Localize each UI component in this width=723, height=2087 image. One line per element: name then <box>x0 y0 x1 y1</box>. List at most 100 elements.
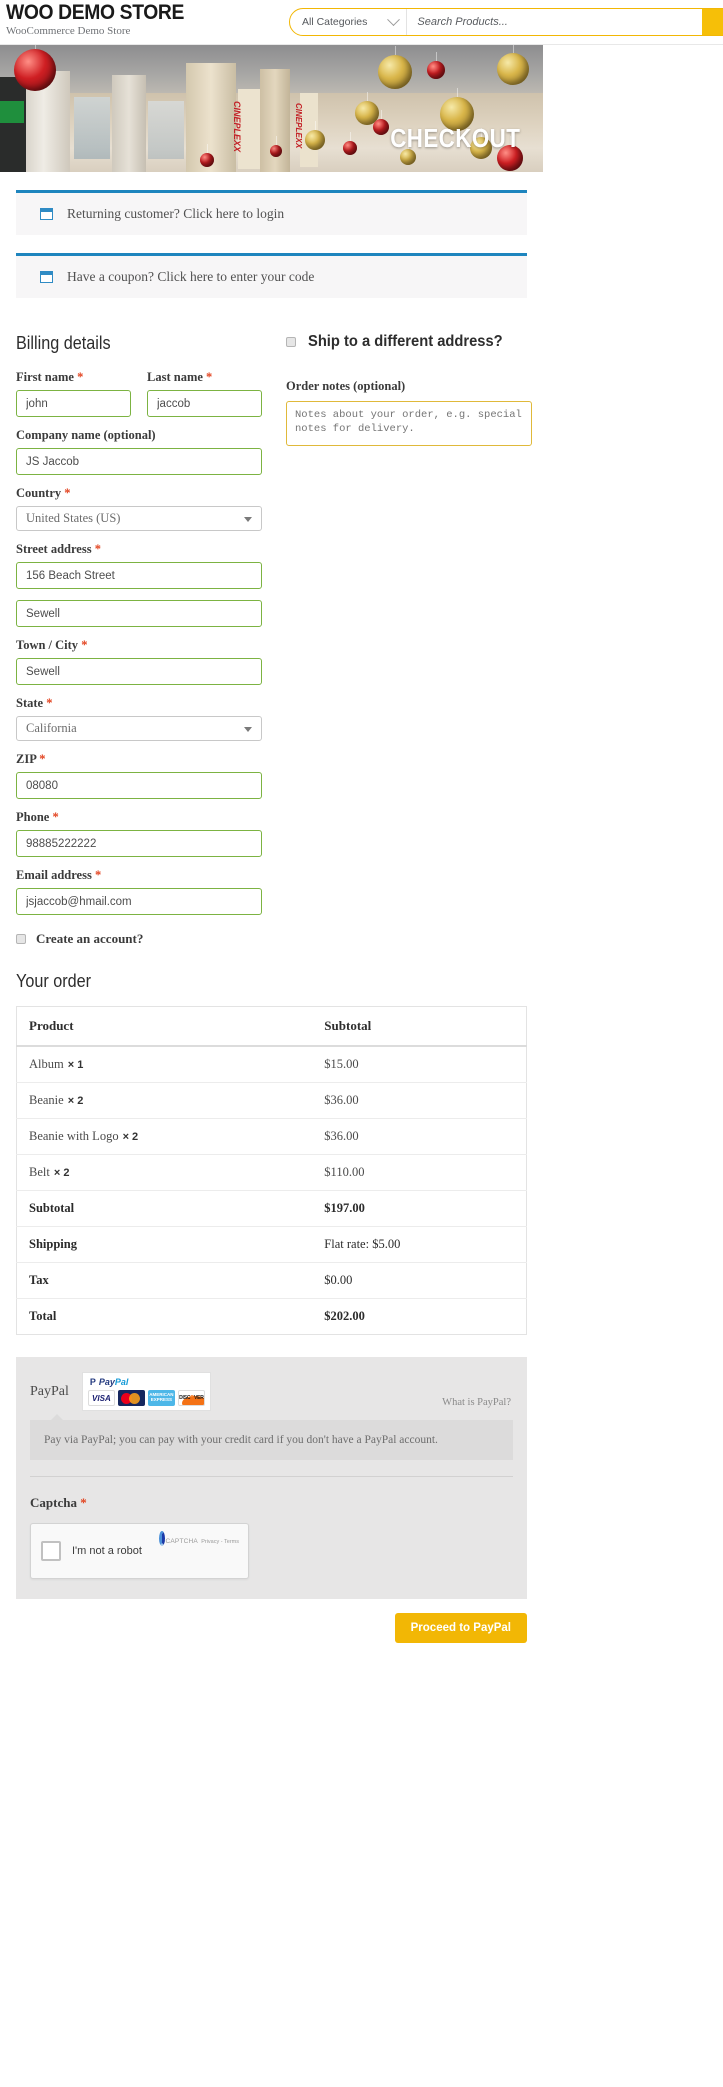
state-select-value: California <box>26 721 77 735</box>
login-box-icon <box>40 208 53 220</box>
city-input[interactable] <box>16 658 262 685</box>
last-name-input[interactable] <box>147 390 262 417</box>
column-header-subtotal: Subtotal <box>312 1006 527 1047</box>
discover-icon: DISCOVER <box>177 1390 205 1406</box>
create-account-checkbox[interactable] <box>16 934 26 944</box>
hero-ornament-red <box>373 110 389 135</box>
login-notice-link[interactable]: Returning customer? Click here to login <box>67 206 284 222</box>
order-item-subtotal: $15.00 <box>312 1045 527 1083</box>
site-brand[interactable]: WOO DEMO STORE WooCommerce Demo Store <box>6 1 200 37</box>
hero-ornament-red <box>343 132 357 155</box>
first-name-field: First name * <box>16 370 131 417</box>
search-button[interactable] <box>702 9 723 35</box>
payment-methods-section: PayPal P PayPal VISA AMERICAN EXPRESS DIS… <box>16 1357 527 1477</box>
table-row-subtotal: Subtotal $197.00 <box>16 1190 527 1227</box>
required-mark: * <box>94 542 101 556</box>
zip-label: ZIP * <box>16 752 262 767</box>
subtotal-value: $197.00 <box>312 1190 527 1227</box>
hero-store-glass <box>74 97 110 159</box>
required-mark: * <box>46 696 53 710</box>
hero-pillar <box>112 75 146 172</box>
street-address-field: Street address * <box>16 542 262 589</box>
country-label-text: Country <box>16 486 62 500</box>
product-search-bar: All Categories <box>289 8 723 36</box>
coupon-notice[interactable]: Have a coupon? Click here to enter your … <box>16 253 527 298</box>
captcha-section: Captcha * I'm not a robot reCAPTCHA Priv… <box>16 1477 527 1599</box>
page-title: CHECKOUT <box>389 123 520 153</box>
order-notes-textarea[interactable] <box>286 401 532 446</box>
order-item-subtotal: $110.00 <box>312 1154 527 1191</box>
tax-value: $0.00 <box>312 1262 527 1299</box>
last-name-label-text: Last name <box>147 370 203 384</box>
last-name-label: Last name * <box>147 370 262 385</box>
street-address-label-text: Street address <box>16 542 92 556</box>
your-order-section: Your order Product Subtotal Album × 1 $15… <box>16 971 527 1335</box>
what-is-paypal-link[interactable]: What is PayPal? <box>442 1397 511 1408</box>
phone-label: Phone * <box>16 810 262 825</box>
order-item-subtotal: $36.00 <box>312 1082 527 1119</box>
hero-storefront-dark <box>0 77 26 172</box>
zip-input[interactable] <box>16 772 262 799</box>
phone-field: Phone * <box>16 810 262 857</box>
company-field: Company name (optional) <box>16 428 262 475</box>
table-header-row: Product Subtotal <box>16 1006 527 1047</box>
paypal-method-row[interactable]: PayPal P PayPal VISA AMERICAN EXPRESS DIS… <box>30 1373 513 1410</box>
recaptcha-terms-label: Privacy - Terms <box>201 1539 239 1545</box>
hero-ornament-red <box>200 144 214 167</box>
order-notes-label: Order notes (optional) <box>286 379 406 393</box>
create-account-row[interactable]: Create an account? <box>16 931 262 947</box>
checkout-page: WOO DEMO STORE WooCommerce Demo Store Al… <box>0 0 723 1661</box>
required-mark: * <box>39 752 46 766</box>
company-label: Company name (optional) <box>16 428 156 442</box>
order-item-qty: × 2 <box>122 1131 139 1143</box>
city-label: Town / City * <box>16 638 262 653</box>
proceed-to-paypal-button[interactable]: Proceed to PayPal <box>394 1613 527 1643</box>
total-label: Total <box>16 1298 313 1335</box>
ship-different-row[interactable]: Ship to a different address? <box>286 333 532 351</box>
table-row: Beanie with Logo × 2 $36.00 <box>16 1118 527 1155</box>
hero-store-sign-green <box>0 101 24 123</box>
phone-label-text: Phone <box>16 810 50 824</box>
recaptcha-checkbox[interactable] <box>41 1541 61 1561</box>
captcha-label: Captcha * <box>30 1495 513 1511</box>
required-mark: * <box>206 370 213 384</box>
order-item-subtotal: $36.00 <box>312 1118 527 1155</box>
company-input[interactable] <box>16 448 262 475</box>
street-address-2-input[interactable] <box>16 600 262 627</box>
street-address-label: Street address * <box>16 542 262 557</box>
category-select[interactable]: All Categories <box>290 9 408 35</box>
hero-ornament-red <box>14 45 56 91</box>
paypal-wordmark: PayPal <box>98 1377 129 1387</box>
state-label-text: State <box>16 696 44 710</box>
place-order-footer: Proceed to PayPal <box>16 1599 527 1661</box>
paypal-logo: P PayPal <box>88 1377 205 1387</box>
order-item-title: Beanie with Logo <box>29 1129 119 1143</box>
first-name-input[interactable] <box>16 390 131 417</box>
ship-different-checkbox[interactable] <box>286 337 296 347</box>
order-item-name: Album × 1 <box>16 1045 313 1083</box>
order-item-name: Beanie with Logo × 2 <box>16 1118 313 1155</box>
country-select[interactable]: United States (US) <box>16 506 262 531</box>
first-name-label: First name * <box>16 370 131 385</box>
hero-ornament-red <box>270 136 282 157</box>
login-notice[interactable]: Returning customer? Click here to login <box>16 190 527 235</box>
category-select-label: All Categories <box>302 16 368 28</box>
state-select[interactable]: California <box>16 716 262 741</box>
hero-ornament-gold <box>497 45 529 85</box>
phone-input[interactable] <box>16 830 262 857</box>
coupon-box-icon <box>40 271 53 283</box>
state-field: State * California <box>16 696 262 741</box>
recaptcha-text: I'm not a robot <box>72 1545 142 1557</box>
street-address-input[interactable] <box>16 562 262 589</box>
coupon-notice-link[interactable]: Have a coupon? Click here to enter your … <box>67 269 314 285</box>
hero-ornament-gold <box>378 46 412 89</box>
shipping-column: Ship to a different address? Order notes… <box>286 333 532 947</box>
search-input[interactable] <box>407 9 702 35</box>
ship-different-label: Ship to a different address? <box>308 333 503 350</box>
email-input[interactable] <box>16 888 262 915</box>
your-order-heading: Your order <box>16 971 92 991</box>
street-address-2-field <box>16 600 262 627</box>
shipping-value: Flat rate: $5.00 <box>312 1226 527 1263</box>
chevron-down-icon <box>244 727 252 732</box>
recaptcha-widget[interactable]: I'm not a robot reCAPTCHA Privacy - Term… <box>30 1523 249 1579</box>
